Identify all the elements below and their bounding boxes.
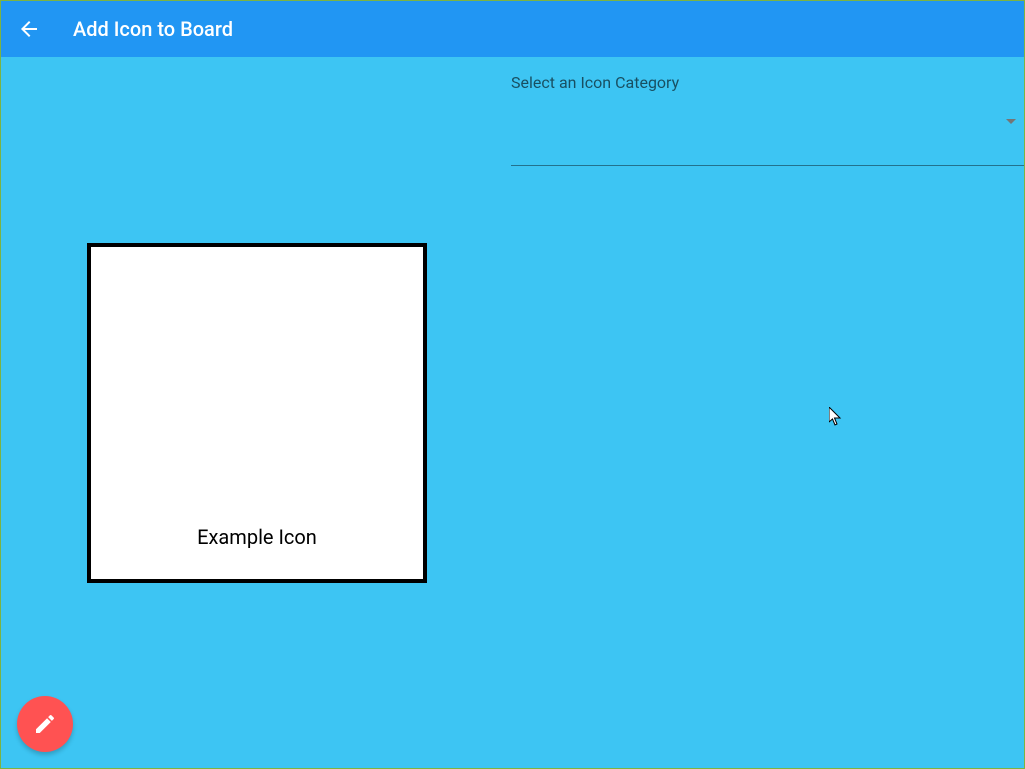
edit-fab-button[interactable] <box>17 696 73 752</box>
back-button[interactable] <box>17 17 41 41</box>
icon-preview-card: Example Icon <box>87 243 427 583</box>
category-select[interactable] <box>511 138 1024 166</box>
left-panel: Example Icon <box>1 57 511 768</box>
category-select-label: Select an Icon Category <box>511 73 1024 92</box>
icon-preview-label: Example Icon <box>197 525 317 549</box>
chevron-down-icon <box>1006 119 1016 124</box>
right-panel: Select an Icon Category <box>511 57 1024 768</box>
arrow-back-icon <box>17 17 41 41</box>
app-bar: Add Icon to Board <box>1 1 1024 57</box>
pencil-icon <box>33 712 57 736</box>
content-area: Example Icon Select an Icon Category <box>1 57 1024 768</box>
page-title: Add Icon to Board <box>73 17 233 41</box>
